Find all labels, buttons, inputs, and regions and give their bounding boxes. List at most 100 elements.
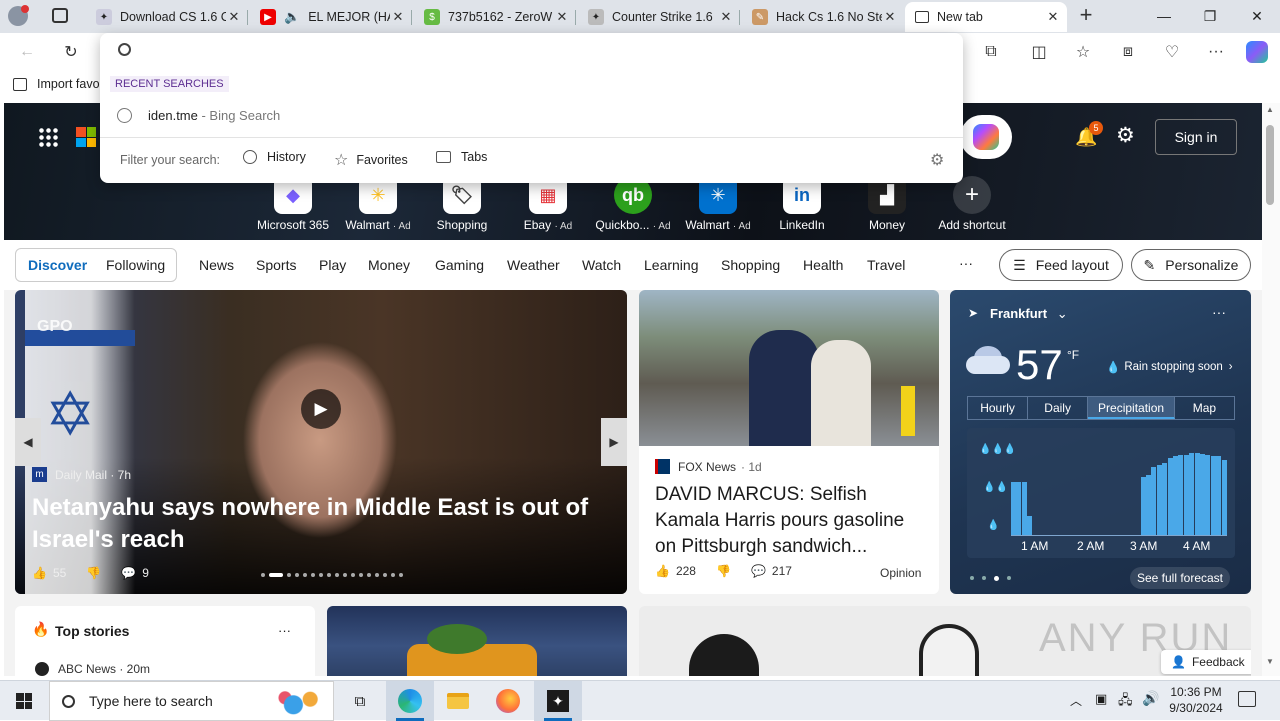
copilot-button[interactable] (960, 115, 1012, 159)
profile-icon[interactable] (8, 5, 29, 26)
speaker-icon[interactable]: 🔈 (284, 9, 300, 25)
notifications-icon[interactable] (1238, 691, 1256, 707)
tab-map[interactable]: Map (1175, 397, 1234, 419)
story-card-car[interactable] (327, 606, 627, 676)
nav-learning[interactable]: Learning (644, 257, 699, 273)
thumbs-up-icon[interactable]: 👍 (32, 566, 47, 580)
feedback-button[interactable]: 👤 Feedback (1161, 650, 1251, 674)
nav-play[interactable]: Play (319, 257, 346, 273)
shortcut-money[interactable]: ▟ Money (847, 176, 927, 232)
edge-taskbar-icon[interactable] (386, 681, 434, 721)
minimize-button[interactable]: — (1141, 0, 1187, 32)
carousel-dots[interactable] (261, 573, 403, 577)
nav-health[interactable]: Health (803, 257, 843, 273)
firefox-icon[interactable] (484, 681, 532, 721)
page-scrollbar[interactable]: ▲ ▼ (1262, 103, 1280, 676)
abc-news-source[interactable]: ABC News · 20m (35, 662, 150, 676)
main-story-card[interactable]: ✡ GPO ▶ ◀ ▶ m Daily Mail · 7h Netanyahu … (15, 290, 627, 594)
tab-hack-cs[interactable]: ✎ Hack Cs 1.6 No Ste ✕ (742, 2, 904, 32)
story-headline[interactable]: Netanyahu says nowhere in Middle East is… (32, 492, 592, 556)
copilot-icon[interactable] (1244, 39, 1270, 65)
new-tab-button[interactable]: + (1075, 4, 1097, 28)
nav-weather[interactable]: Weather (507, 257, 560, 273)
network-icon[interactable]: ▣ (1095, 691, 1107, 707)
carousel-next-button[interactable]: ▶ (601, 418, 627, 466)
tab-el-mejor[interactable]: ▶ 🔈 EL MEJOR (HA ✕ (250, 2, 412, 32)
second-story-card[interactable]: FOX News · 1d DAVID MARCUS: Selfish Kama… (639, 290, 939, 594)
close-icon[interactable]: ✕ (554, 9, 570, 25)
shortcut-ebay[interactable]: ▦ Ebay · Ad (508, 176, 588, 232)
restore-button[interactable]: ❐ (1187, 0, 1233, 32)
close-window-button[interactable]: ✕ (1234, 0, 1280, 32)
start-button[interactable] (0, 681, 48, 721)
scroll-up-arrow-icon[interactable]: ▲ (1266, 105, 1274, 114)
show-hidden-icons-chevron-icon[interactable]: ︿ (1070, 692, 1082, 709)
tab-actions-icon[interactable] (52, 8, 68, 23)
tab-zerow[interactable]: $ 737b5162 - ZeroW ✕ (414, 2, 576, 32)
nav-watch[interactable]: Watch (582, 257, 621, 273)
settings-gear-icon[interactable]: ⚙ (1116, 123, 1135, 148)
nav-more-icon[interactable]: ··· (959, 255, 973, 271)
recent-search-item[interactable]: iden.tme - Bing Search (100, 101, 963, 129)
tab-following[interactable]: Following (106, 257, 165, 273)
filter-history[interactable]: History (243, 150, 306, 164)
tab-precipitation[interactable]: Precipitation (1088, 397, 1175, 419)
close-icon[interactable]: ✕ (718, 9, 734, 25)
file-explorer-icon[interactable] (434, 681, 482, 721)
close-icon[interactable]: ✕ (390, 9, 406, 25)
tab-new-tab[interactable]: New tab ✕ (905, 2, 1067, 32)
feed-layout-button[interactable]: ☰ Feed layout (999, 249, 1123, 281)
nav-travel[interactable]: Travel (867, 257, 905, 273)
split-screen-icon[interactable]: ◫ (1026, 39, 1052, 65)
filter-tabs[interactable]: Tabs (436, 150, 487, 164)
extensions-icon[interactable]: ⧉ (978, 39, 1004, 65)
close-icon[interactable]: ✕ (226, 9, 242, 25)
import-favorites-button[interactable]: Import favo (13, 77, 100, 91)
collections-icon[interactable]: ⧈ (1115, 39, 1141, 65)
more-options-icon[interactable]: ··· (1203, 39, 1229, 65)
volume-icon[interactable]: 🔊 (1142, 690, 1159, 707)
shortcut-walmart[interactable]: ✳ Walmart · Ad (338, 176, 418, 232)
shortcut-shopping[interactable]: 🏷 Shopping (422, 176, 502, 232)
close-icon[interactable]: ✕ (882, 9, 898, 25)
tab-daily[interactable]: Daily (1028, 397, 1089, 419)
story-headline[interactable]: DAVID MARCUS: Selfish Kamala Harris pour… (655, 482, 927, 560)
tab-hourly[interactable]: Hourly (968, 397, 1029, 419)
filter-favorites[interactable]: ☆ Favorites (334, 150, 408, 170)
weather-status[interactable]: 💧 Rain stopping soon › (1106, 360, 1233, 374)
thumbs-down-icon[interactable]: 👎 (86, 566, 101, 580)
nav-money[interactable]: Money (368, 257, 410, 273)
more-options-icon[interactable]: ··· (1212, 304, 1226, 320)
story-card-football[interactable]: ANY RUN 👤 Feedback (639, 606, 1251, 676)
favorites-icon[interactable]: ☆ (1070, 39, 1096, 65)
comment-icon[interactable]: 💬 (751, 564, 766, 578)
app-launcher-icon[interactable] (38, 127, 58, 147)
weather-card[interactable]: ➤ Frankfurt ⌄ ··· 57 °F 💧 Rain stopping … (950, 290, 1251, 594)
wifi-network-icon[interactable]: 🖧 (1118, 691, 1133, 713)
counter-strike-taskbar-icon[interactable]: ✦ (534, 681, 582, 721)
nav-sports[interactable]: Sports (256, 257, 296, 273)
taskbar-search-box[interactable]: Type here to search (49, 681, 334, 721)
temperature-unit[interactable]: °F (1067, 348, 1079, 362)
nav-news[interactable]: News (199, 257, 234, 273)
scroll-down-arrow-icon[interactable]: ▼ (1266, 657, 1274, 666)
browser-essentials-icon[interactable]: ♡ (1159, 39, 1185, 65)
play-button-icon[interactable]: ▶ (301, 389, 341, 429)
more-options-icon[interactable]: ··· (278, 623, 291, 638)
personalize-button[interactable]: ✎ Personalize (1131, 249, 1251, 281)
tab-download-cs[interactable]: ✦ Download CS 1.6 C ✕ (86, 2, 248, 32)
shortcut-microsoft-365[interactable]: ◆ Microsoft 365 (253, 176, 333, 232)
thumbs-up-icon[interactable]: 👍 (655, 564, 670, 578)
shortcut-quickbooks[interactable]: qb Quickbo... · Ad (593, 176, 673, 232)
refresh-icon[interactable]: ↻ (58, 39, 84, 65)
task-view-icon[interactable]: ⧉ (336, 681, 384, 721)
settings-gear-icon[interactable]: ⚙ (930, 150, 944, 170)
back-icon[interactable]: ← (14, 39, 40, 65)
shortcut-add[interactable]: + Add shortcut (932, 176, 1012, 232)
carousel-prev-button[interactable]: ◀ (15, 418, 41, 466)
card-page-dots[interactable] (970, 576, 1011, 581)
see-full-forecast-link[interactable]: See full forecast (1130, 567, 1230, 589)
clock[interactable]: 10:36 PM 9/30/2024 (1165, 684, 1227, 716)
close-icon[interactable]: ✕ (1045, 9, 1061, 25)
shortcut-linkedin[interactable]: in LinkedIn (762, 176, 842, 232)
